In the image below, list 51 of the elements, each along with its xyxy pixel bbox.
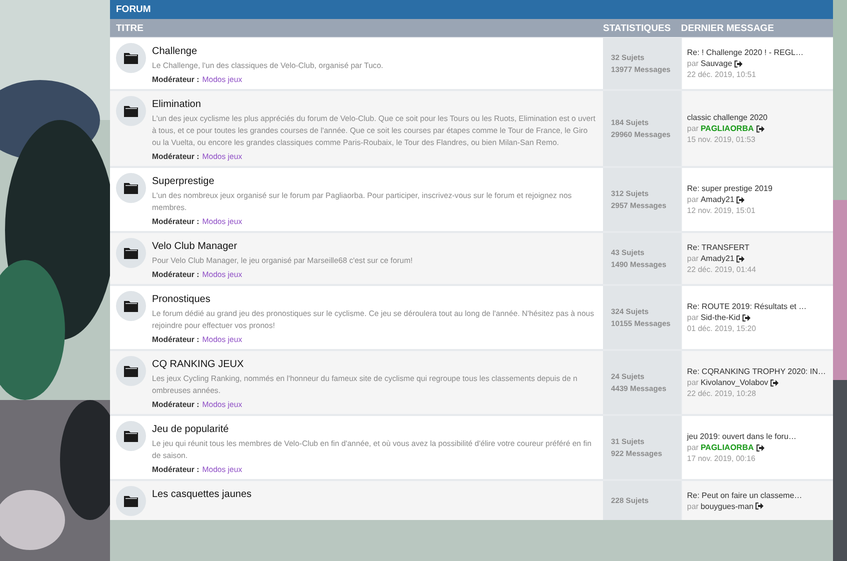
go-to-post-icon[interactable]: [770, 378, 780, 386]
go-to-post-icon[interactable]: [755, 502, 764, 510]
folder-icon: [116, 421, 146, 451]
last-post-link[interactable]: Re: TRANSFERT: [687, 243, 833, 252]
forum-title-link[interactable]: Les casquettes jaunes: [152, 488, 252, 501]
last-post-link[interactable]: Re: ! Challenge 2020 ! - REGL…: [687, 48, 833, 57]
go-to-post-icon[interactable]: [736, 196, 746, 204]
last-post-link[interactable]: Re: super prestige 2019: [687, 184, 833, 193]
forum-title-link[interactable]: Challenge: [152, 45, 384, 58]
author-link[interactable]: PAGLIAORBA: [700, 443, 754, 452]
by-label: par: [687, 59, 699, 68]
folder-icon: [116, 291, 146, 321]
go-to-post-icon[interactable]: [742, 314, 752, 322]
folder-icon: [116, 43, 146, 73]
by-label: par: [687, 195, 699, 204]
folder-icon: [116, 356, 146, 386]
by-label: par: [687, 502, 699, 510]
forum-title-link[interactable]: Elimination: [152, 98, 597, 111]
folder-icon: [116, 486, 146, 516]
author-link[interactable]: bouygues-man: [700, 502, 754, 510]
forum-title-link[interactable]: Jeu de popularité: [152, 423, 597, 436]
forum-title-link[interactable]: Pronostiques: [152, 293, 597, 306]
last-post-link[interactable]: Re: ROUTE 2019: Résultats et …: [687, 302, 833, 311]
forum-title: FORUM: [116, 4, 151, 15]
by-label: par: [687, 313, 699, 322]
forum-title-link[interactable]: CQ RANKING JEUX: [152, 358, 597, 371]
author-link[interactable]: Amady21: [700, 254, 734, 263]
folder-icon: [116, 96, 146, 126]
by-label: par: [687, 124, 699, 133]
last-post-link[interactable]: Re: Peut on faire un classeme…: [687, 490, 833, 500]
go-to-post-icon[interactable]: [736, 254, 746, 262]
author-link[interactable]: Amady21: [700, 195, 734, 204]
go-to-post-icon[interactable]: [734, 60, 744, 68]
stats-column-heading: STATISTIQUES: [603, 22, 672, 34]
folder-icon: [116, 173, 146, 203]
by-label: par: [687, 254, 699, 263]
folder-icon: [116, 238, 146, 268]
forum-title-link[interactable]: Superprestige: [152, 175, 597, 188]
author-link[interactable]: Sauvage: [700, 59, 732, 68]
forum-title-link[interactable]: Velo Club Manager: [152, 240, 413, 253]
author-link[interactable]: Sid-the-Kid: [700, 313, 740, 322]
last-post-link[interactable]: Re: CQRANKING TROPHY 2020: IN…: [687, 367, 833, 376]
last-post-link[interactable]: classic challenge 2020: [687, 113, 833, 122]
last-post-column-heading: DERNIER MESSAGE: [681, 22, 774, 34]
title-column-heading: TITRE: [115, 22, 144, 34]
by-label: par: [687, 443, 699, 452]
go-to-post-icon[interactable]: [756, 124, 765, 132]
go-to-post-icon[interactable]: [756, 444, 765, 452]
author-link[interactable]: Kivolanov_Volabov: [700, 378, 768, 387]
by-label: par: [687, 378, 699, 387]
last-post-link[interactable]: jeu 2019: ouvert dans le foru…: [687, 432, 833, 441]
